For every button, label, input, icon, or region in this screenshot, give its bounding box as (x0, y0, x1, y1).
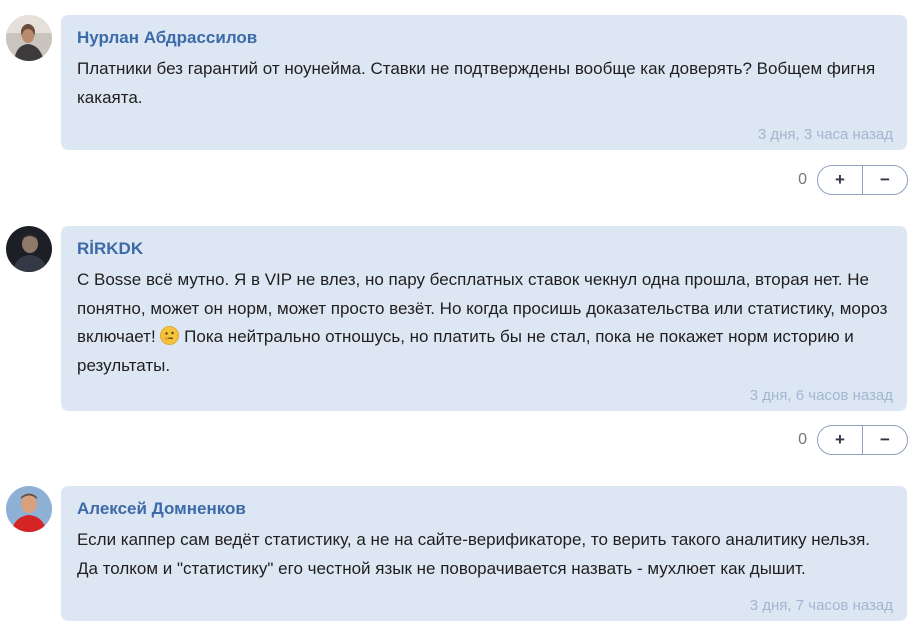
comment-timestamp[interactable]: 3 дня, 3 часа назад (758, 126, 893, 143)
user-avatar[interactable] (6, 486, 52, 532)
user-avatar[interactable] (6, 226, 52, 272)
comment-text: Платники без гарантий от ноунейма. Ставк… (77, 59, 876, 107)
comment-text-part: Пока нейтрально отношусь, но платить бы … (77, 327, 854, 375)
comment-author[interactable]: Нурлан Абдрассилов (77, 27, 893, 49)
upvote-button[interactable]: + (818, 166, 862, 194)
comment-text: Если каппер сам ведёт статистику, а не н… (77, 530, 871, 578)
avatar-photo-icon (6, 15, 52, 61)
comment-text: С Bosse всё мутно. Я в VIP не влез, но п… (77, 266, 893, 380)
user-avatar[interactable] (6, 15, 52, 61)
vote-widget: 0 + − (798, 425, 908, 455)
comment-timestamp[interactable]: 3 дня, 7 часов назад (750, 597, 893, 614)
vote-buttons: + − (817, 425, 908, 455)
avatar-photo-icon (6, 226, 52, 272)
comment-bubble: Алексей Домненков Если каппер сам ведёт … (61, 486, 907, 621)
comment-author[interactable]: RİRKDK (77, 238, 893, 260)
comment-author[interactable]: Алексей Домненков (77, 498, 893, 520)
vote-widget: 0 + − (798, 165, 908, 195)
downvote-button[interactable]: − (862, 426, 907, 454)
comment-bubble: RİRKDK С Bosse всё мутно. Я в VIP не вле… (61, 226, 907, 411)
comment-bubble: Нурлан Абдрассилов Платники без гарантий… (61, 15, 907, 150)
vote-score: 0 (798, 171, 807, 188)
downvote-button[interactable]: − (862, 166, 907, 194)
upvote-button[interactable]: + (818, 426, 862, 454)
vote-buttons: + − (817, 165, 908, 195)
comments-feed: Нурлан Абдрассилов Платники без гарантий… (0, 0, 912, 632)
thinking-face-emoji-icon (160, 326, 180, 345)
avatar-photo-icon (6, 486, 52, 532)
comment-timestamp[interactable]: 3 дня, 6 часов назад (750, 387, 893, 404)
vote-score: 0 (798, 431, 807, 448)
